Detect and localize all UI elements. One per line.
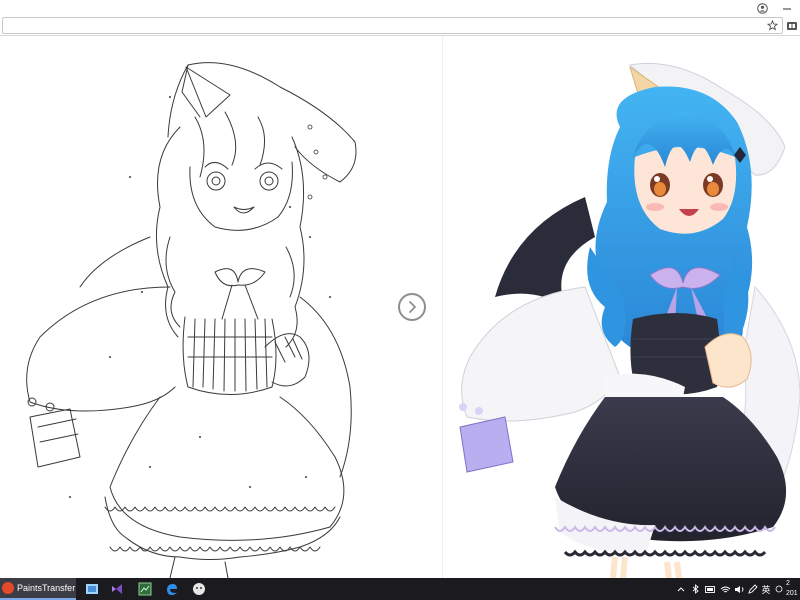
account-icon[interactable]: [756, 2, 768, 14]
chevron-right-icon: [409, 301, 416, 313]
next-arrow-button[interactable]: [398, 293, 426, 321]
system-clock[interactable]: 2 201: [786, 579, 800, 599]
file-explorer-icon[interactable]: [83, 580, 101, 598]
visual-studio-icon[interactable]: [108, 580, 126, 598]
ime-indicator[interactable]: 英: [760, 578, 772, 600]
volume-icon[interactable]: [733, 578, 745, 600]
colored-result-image: [459, 62, 800, 578]
browser-toolbar: [0, 16, 800, 36]
edge-browser-icon[interactable]: [163, 580, 181, 598]
ime-mode-icon[interactable]: [774, 578, 784, 600]
taskbar-window-paintstransfer[interactable]: PaintsTransfer - ...: [0, 578, 76, 600]
app-icon-mascot[interactable]: [190, 580, 208, 598]
address-bar[interactable]: [2, 17, 783, 34]
app-icon-green[interactable]: [136, 580, 154, 598]
bluetooth-icon[interactable]: [690, 578, 700, 600]
windows-taskbar: PaintsTransfer - ... 英 2 201: [0, 578, 800, 600]
network-icon[interactable]: [719, 578, 731, 600]
pen-workspace-icon[interactable]: [747, 578, 759, 600]
clock-line-date: 201: [786, 590, 798, 597]
tray-overflow-chevron-icon[interactable]: [676, 578, 686, 600]
page-content: [0, 37, 800, 578]
chrome-app-icon: [2, 582, 14, 594]
taskbar-window-label: PaintsTransfer - ...: [17, 583, 76, 593]
bookmark-star-icon[interactable]: [766, 19, 779, 32]
clock-line-time: 2: [786, 580, 790, 587]
panel-divider: [442, 37, 443, 578]
minimize-icon[interactable]: [780, 2, 794, 14]
window-titlebar: [0, 0, 800, 16]
battery-icon[interactable]: [704, 578, 716, 600]
lineart-sketch-image: [26, 62, 357, 578]
ime-label: 英: [761, 584, 771, 595]
extension-icon[interactable]: [785, 19, 798, 32]
